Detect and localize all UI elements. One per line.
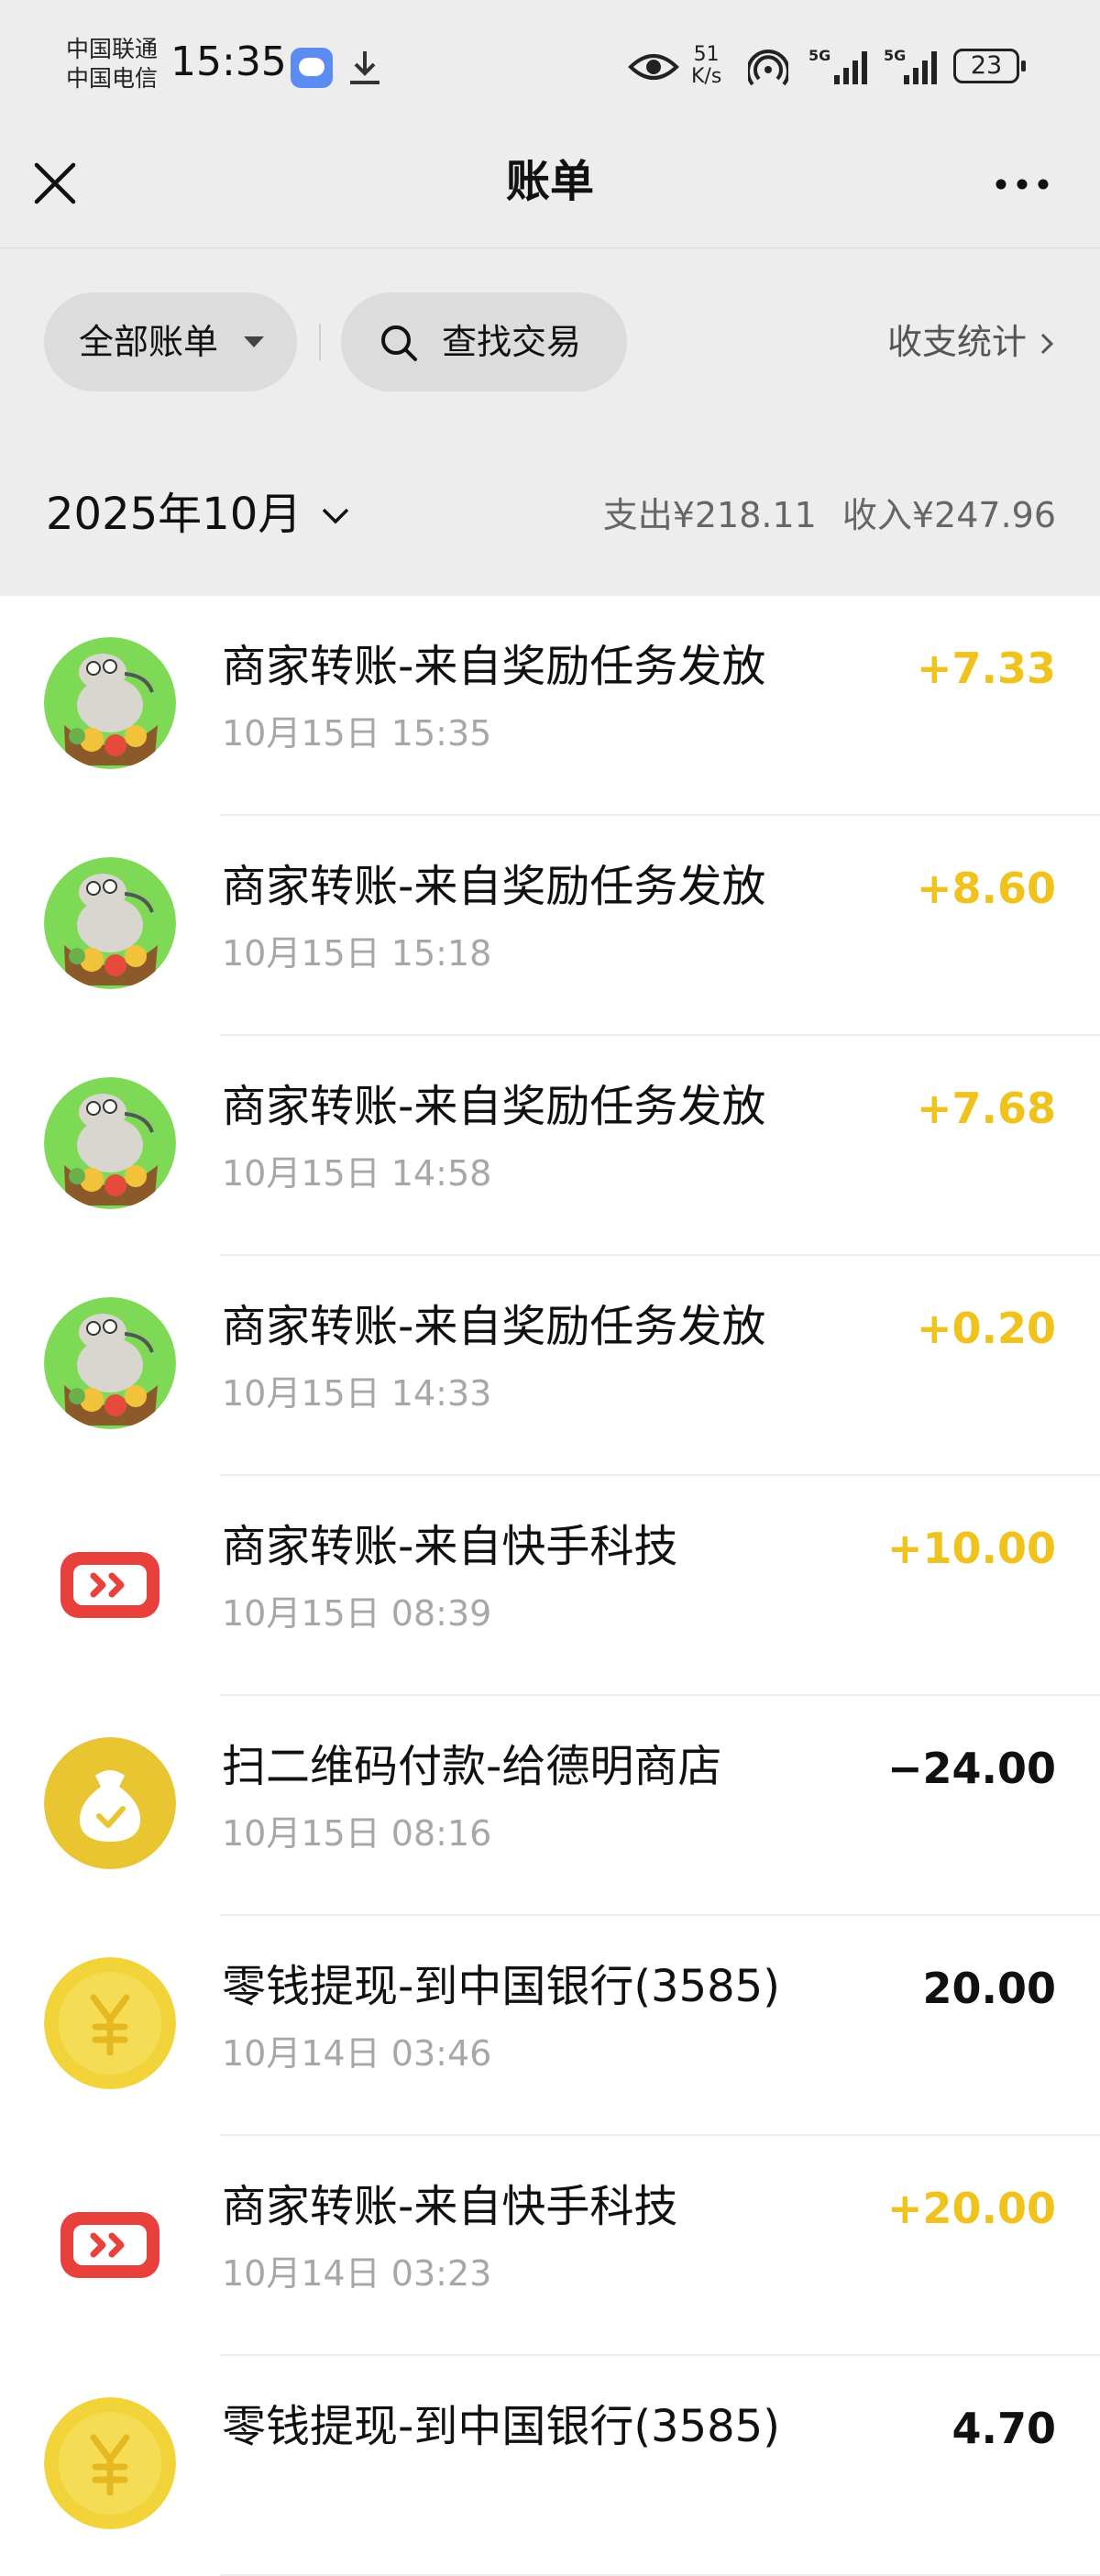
mascot-avatar-icon: [44, 1077, 176, 1209]
transaction-row[interactable]: 商家转账-来自奖励任务发放 10月15日 15:35 +7.33: [0, 596, 1100, 816]
transaction-title: 商家转账-来自奖励任务发放: [222, 1301, 766, 1352]
all-bills-label: 全部账单: [79, 322, 219, 362]
transaction-time: 10月15日 08:39: [222, 1593, 492, 1634]
transaction-row[interactable]: 商家转账-来自快手科技 10月15日 08:39 +10.00: [0, 1476, 1100, 1696]
income-value: ¥247.96: [911, 495, 1056, 535]
stats-label: 收支统计: [886, 322, 1027, 362]
month-label: 2025年10月: [46, 489, 302, 540]
transaction-time: 10月15日 15:35: [222, 713, 492, 754]
month-summary-bar: 2025年10月 支出¥218.11 收入¥247.96: [0, 436, 1100, 596]
transaction-list: 商家转账-来自奖励任务发放 10月15日 15:35 +7.33 商家转账-来自奖励任…: [0, 596, 1100, 2576]
mascot-avatar-icon: [44, 637, 176, 769]
transaction-row[interactable]: 商家转账-来自快手科技 10月14日 03:23 +20.00: [0, 2136, 1100, 2356]
download-icon: [350, 51, 380, 84]
filter-bar: 全部账单 查找交易 收支统计: [0, 248, 1100, 436]
chevron-right-icon: [1040, 333, 1054, 355]
search-label: 查找交易: [442, 322, 582, 362]
kuaishou-logo-icon: [44, 2177, 176, 2309]
transaction-amount: +8.60: [916, 864, 1056, 913]
transaction-title: 商家转账-来自奖励任务发放: [222, 861, 766, 912]
expense-label: 支出: [602, 495, 673, 535]
status-time: 15:35: [170, 39, 287, 85]
income-expense-stats-link[interactable]: 收支统计: [887, 311, 1056, 373]
transaction-title: 商家转账-来自奖励任务发放: [222, 641, 766, 692]
transaction-time: 10月15日 15:18: [222, 933, 492, 974]
battery-icon: 23: [953, 49, 1026, 83]
transaction-amount: 4.70: [952, 2404, 1057, 2453]
yuan-coin-icon: [44, 2397, 176, 2529]
chevron-down-icon: [323, 508, 349, 524]
transaction-title: 商家转账-来自快手科技: [222, 1521, 678, 1572]
transaction-amount: +10.00: [886, 1524, 1056, 1573]
transaction-time: 10月15日 14:33: [222, 1373, 492, 1414]
eye-icon: [628, 54, 679, 80]
status-bar: 中国联通 中国电信 15:35 51 K/s 5G 5G 23: [0, 0, 1100, 138]
carrier-1: 中国联通: [66, 36, 159, 62]
transaction-row[interactable]: 商家转账-来自奖励任务发放 10月15日 14:58 +7.68: [0, 1036, 1100, 1256]
transaction-time: 10月15日 14:58: [222, 1153, 492, 1194]
month-selector[interactable]: 2025年10月: [46, 482, 351, 546]
month-totals: 支出¥218.11 收入¥247.96: [603, 488, 1056, 543]
transaction-row[interactable]: 零钱提现-到中国银行(3585) 10月14日 03:46 20.00: [0, 1916, 1100, 2136]
more-icon[interactable]: [990, 161, 1054, 207]
transaction-row[interactable]: 扫二维码付款-给德明商店 10月15日 08:16 −24.00: [0, 1696, 1100, 1916]
transaction-row[interactable]: 商家转账-来自奖励任务发放 10月15日 15:18 +8.60: [0, 816, 1100, 1036]
nav-bar: 账单: [0, 138, 1100, 248]
transaction-title: 零钱提现-到中国银行(3585): [222, 2401, 780, 2452]
transaction-time: 10月15日 08:16: [222, 1813, 492, 1854]
transaction-row[interactable]: 零钱提现-到中国银行(3585) 4.70: [0, 2356, 1100, 2576]
speed-unit: K/s: [691, 65, 722, 88]
expense-value: ¥218.11: [672, 495, 817, 535]
mascot-avatar-icon: [44, 857, 176, 989]
divider: [319, 324, 321, 360]
income-label: 收入: [842, 495, 912, 535]
money-bag-icon: [44, 1737, 176, 1869]
transaction-title: 商家转账-来自快手科技: [222, 2181, 678, 2232]
transaction-title: 零钱提现-到中国银行(3585): [222, 1961, 780, 2012]
kuaishou-logo-icon: [44, 1517, 176, 1649]
caret-down-icon: [244, 336, 264, 347]
transaction-time: 10月14日 03:23: [222, 2253, 492, 2294]
transaction-amount: +0.20: [916, 1304, 1056, 1353]
signal-5g-icon: 5G: [808, 47, 867, 84]
search-icon: [381, 325, 417, 361]
all-bills-dropdown[interactable]: 全部账单: [44, 292, 297, 391]
network-speed: 51 K/s: [691, 44, 721, 88]
carrier-info: 中国联通 中国电信: [66, 35, 158, 94]
transaction-title: 扫二维码付款-给德明商店: [222, 1741, 722, 1792]
carrier-2: 中国电信: [66, 65, 159, 92]
page-title: 账单: [505, 156, 594, 207]
transaction-amount: 20.00: [922, 1964, 1056, 2013]
search-transactions-button[interactable]: 查找交易: [341, 292, 627, 391]
transaction-title: 商家转账-来自奖励任务发放: [222, 1081, 766, 1132]
transaction-time: 10月14日 03:46: [222, 2033, 492, 2074]
hotspot-icon: [748, 50, 788, 86]
mascot-avatar-icon: [44, 1297, 176, 1429]
transaction-amount: +7.33: [916, 644, 1056, 693]
transaction-row[interactable]: 商家转账-来自奖励任务发放 10月15日 14:33 +0.20: [0, 1256, 1100, 1476]
transaction-amount: +7.68: [916, 1084, 1056, 1133]
speed-value: 51: [693, 43, 720, 66]
signal-5g-icon: 5G: [884, 47, 937, 84]
transaction-amount: −24.00: [886, 1744, 1056, 1793]
yuan-coin-icon: [44, 1957, 176, 2089]
message-icon: [291, 48, 333, 88]
svg-text:5G: 5G: [808, 47, 830, 64]
transaction-amount: +20.00: [886, 2184, 1056, 2233]
svg-text:5G: 5G: [884, 47, 906, 64]
